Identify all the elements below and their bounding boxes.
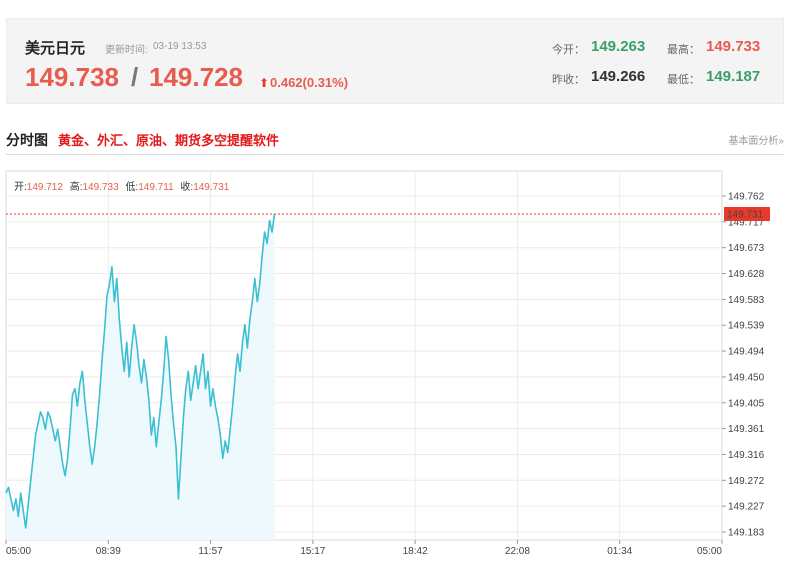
y-tick-label: 149.361 — [728, 424, 765, 435]
y-tick-label: 149.494 — [728, 347, 765, 358]
y-tick-label: 149.762 — [728, 192, 765, 203]
info-high-value: 149.733 — [82, 182, 119, 193]
info-low-value: 149.711 — [138, 182, 174, 193]
x-tick-label: 11:57 — [198, 546, 223, 557]
x-tick-label: 22:08 — [505, 546, 530, 557]
x-tick-label: 15:17 — [300, 546, 325, 557]
y-tick-label: 149.227 — [728, 502, 765, 513]
y-tick-label: 149.539 — [728, 321, 765, 332]
info-open-label: 开: — [14, 182, 27, 193]
x-tick-label: 01:34 — [607, 546, 632, 557]
y-tick-label: 149.450 — [728, 372, 765, 383]
x-tick-label: 05:00 — [6, 546, 31, 557]
y-tick-label: 149.583 — [728, 295, 765, 306]
info-close-value: 149.731 — [193, 182, 230, 193]
x-axis-ticks: 05:00 08:39 11:57 15:17 18:42 22:08 01:34 05:00 — [5, 540, 723, 557]
x-tick-label: 08:39 — [96, 546, 121, 557]
info-close-label: 收: — [180, 182, 194, 193]
info-high-label: 高: — [69, 182, 83, 193]
y-tick-label: 149.272 — [728, 476, 765, 487]
y-axis-ticks: 149.762149.717149.673149.628149.583149.5… — [722, 192, 765, 539]
x-tick-label: 18:42 — [403, 546, 428, 557]
x-tick-label: 05:00 — [697, 546, 722, 557]
ohlc-info-bar: 开:149.712 高:149.733 低:149.711 收:149.731 — [14, 178, 229, 193]
info-open-value: 149.712 — [26, 182, 63, 193]
y-tick-label: 149.673 — [728, 243, 765, 254]
info-low-label: 低: — [125, 182, 139, 193]
y-tick-label: 149.316 — [728, 450, 765, 461]
current-price-tag-text: 149.731 — [727, 209, 764, 220]
y-tick-label: 149.405 — [728, 398, 765, 409]
y-tick-label: 149.628 — [728, 269, 765, 280]
y-tick-label: 149.183 — [728, 528, 765, 539]
intraday-chart: 149.762149.717149.673149.628149.583149.5… — [5, 170, 770, 557]
